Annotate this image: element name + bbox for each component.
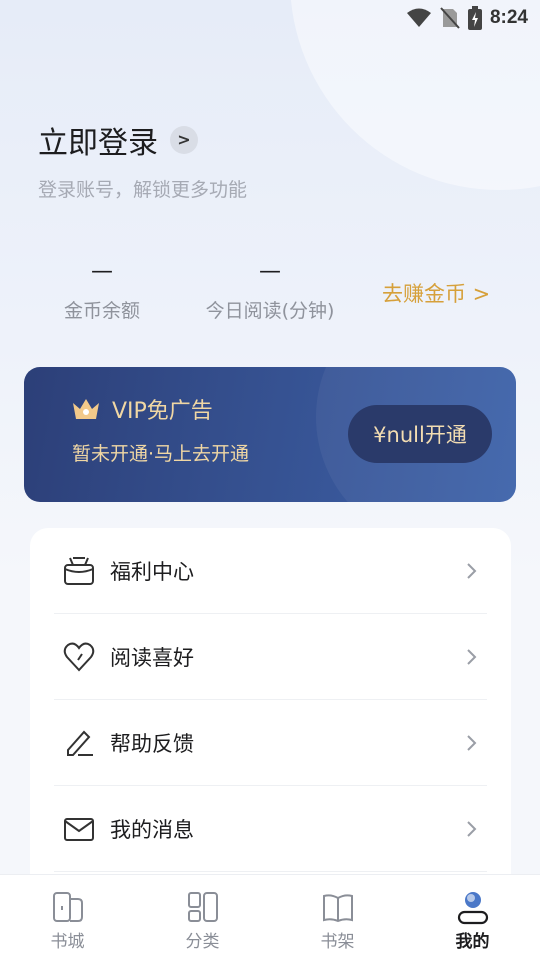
gift-icon (64, 556, 94, 585)
heart-icon (63, 642, 95, 671)
nav-item-profile[interactable]: 我的 (405, 875, 540, 960)
menu-item-preferences[interactable]: 阅读喜好 (54, 614, 487, 700)
vip-title: VIP免广告 (112, 399, 213, 424)
battery-charging-icon (467, 6, 482, 30)
reading-time-stat[interactable]: — 今日阅读(分钟) (170, 258, 370, 323)
nav-label: 我的 (455, 932, 490, 952)
bottom-nav: 书城 分类 书架 我的 (0, 874, 540, 960)
bookstore-icon (52, 892, 83, 922)
vip-subtitle: 暂未开通·马上去开通 (72, 443, 250, 465)
login-title[interactable]: 立即登录 (38, 118, 158, 162)
menu-item-welfare[interactable]: 福利中心 (54, 528, 487, 614)
chevron-right-icon[interactable]: > (170, 126, 198, 154)
reading-time-value: — (259, 259, 281, 284)
earn-coins-link[interactable]: 去赚金币 > (382, 278, 490, 308)
no-sim-icon (440, 7, 460, 29)
vip-banner[interactable]: VIP免广告 暂未开通·马上去开通 ¥null开通 (24, 367, 516, 502)
nav-item-bookstore[interactable]: 书城 (0, 875, 135, 960)
menu-item-label: 我的消息 (110, 817, 194, 842)
wifi-icon (406, 8, 431, 27)
status-bar: 8:24 (0, 0, 540, 36)
menu-item-label: 帮助反馈 (110, 731, 194, 756)
chevron-right-icon (467, 562, 477, 579)
nav-label: 分类 (185, 932, 220, 952)
nav-item-category[interactable]: 分类 (135, 875, 270, 960)
login-row[interactable]: 立即登录 > (38, 118, 198, 162)
vip-title-row: VIP免广告 (70, 393, 213, 425)
chevron-right-icon (467, 820, 477, 837)
profile-screen: 8:24 立即登录 > 登录账号，解锁更多功能 — 金币余额 — 今日阅读(分钟… (0, 0, 540, 960)
nav-label: 书架 (320, 932, 355, 952)
nav-item-bookshelf[interactable]: 书架 (270, 875, 405, 960)
profile-icon (457, 892, 488, 925)
mail-icon (64, 817, 94, 841)
bookshelf-icon (322, 894, 353, 923)
menu-item-label: 福利中心 (110, 559, 194, 584)
menu-item-messages[interactable]: 我的消息 (54, 786, 487, 872)
crown-icon (73, 399, 99, 419)
menu-item-feedback[interactable]: 帮助反馈 (54, 700, 487, 786)
menu-item-label: 阅读喜好 (110, 645, 194, 670)
nav-label: 书城 (50, 932, 85, 952)
login-subtitle: 登录账号，解锁更多功能 (38, 179, 248, 201)
login-chevron-glyph: > (177, 130, 191, 149)
category-icon (187, 892, 218, 922)
reading-time-label: 今日阅读(分钟) (205, 300, 335, 322)
chevron-right-icon (467, 648, 477, 665)
status-time: 8:24 (489, 7, 528, 28)
edit-icon (67, 730, 93, 756)
vip-activate-button[interactable]: ¥null开通 (348, 405, 492, 463)
chevron-right-icon (467, 734, 477, 751)
